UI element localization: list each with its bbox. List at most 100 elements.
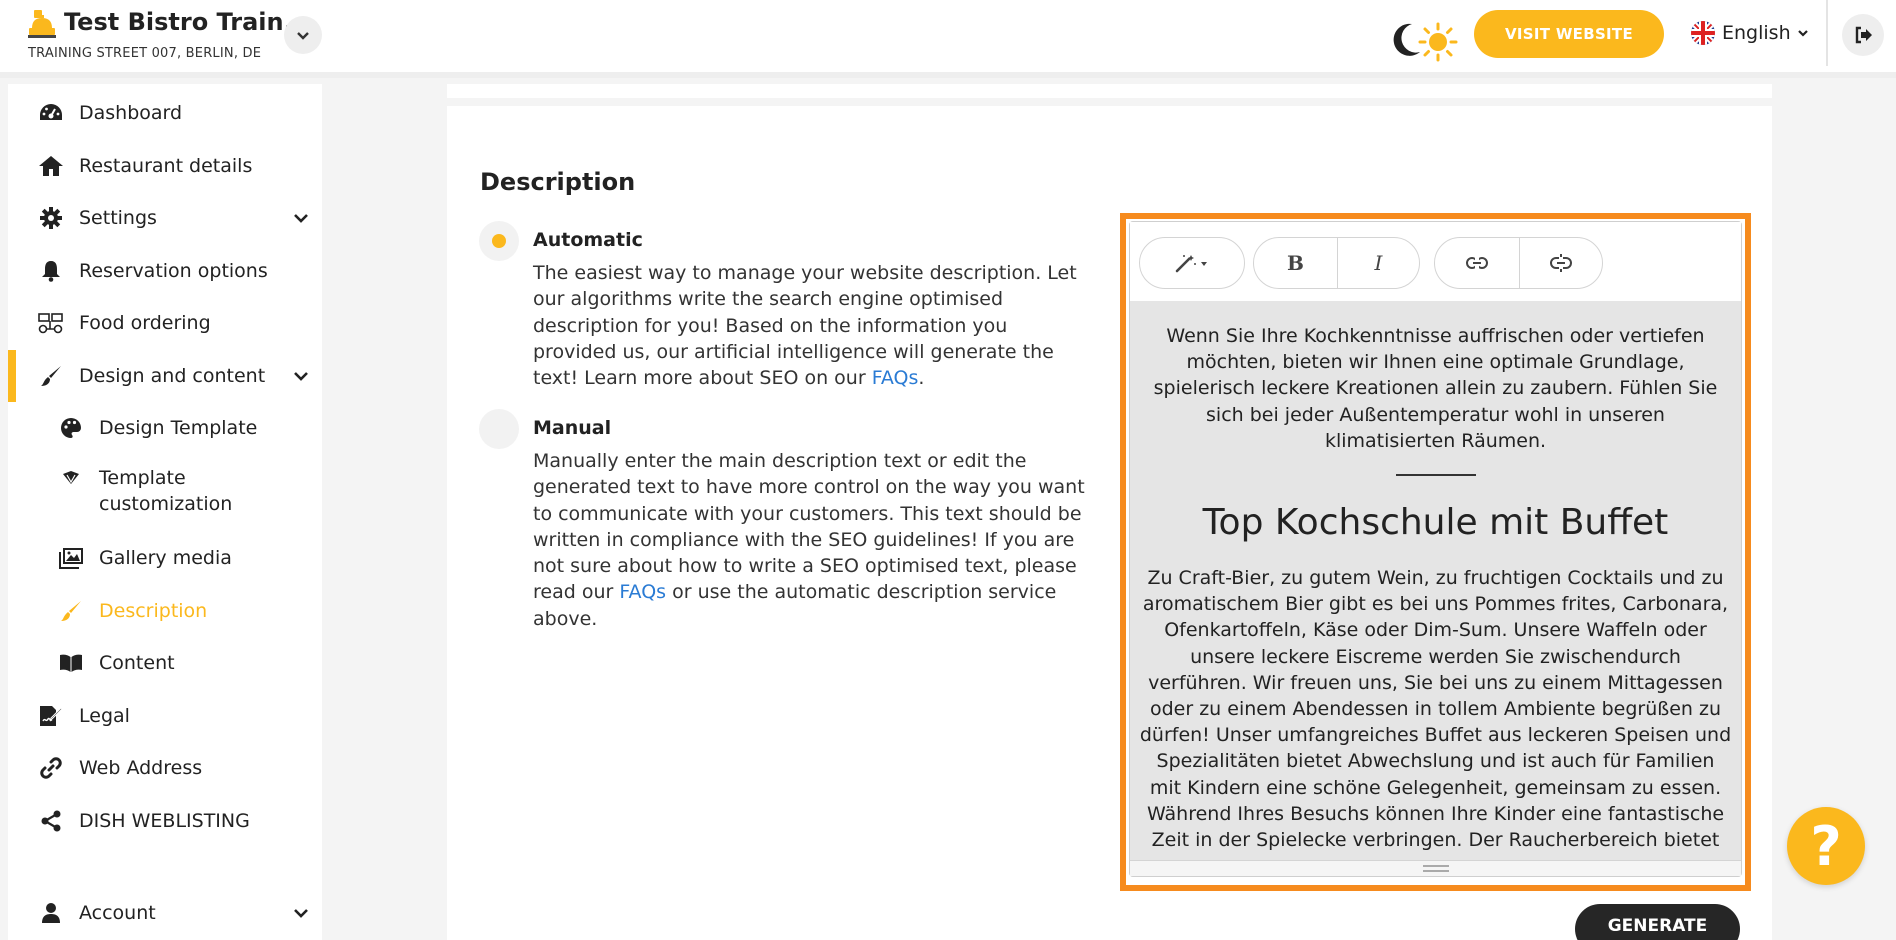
manual-option-title: Manual (533, 417, 612, 439)
unlink-button[interactable] (1519, 238, 1602, 288)
chevron-down-icon (294, 372, 308, 381)
sidebar-item-label: Dashboard (79, 102, 183, 124)
sidebar-item-label: Design Template (99, 417, 258, 439)
home-icon (38, 153, 64, 179)
link-icon (1466, 257, 1488, 269)
logout-icon (1855, 26, 1872, 44)
language-selector[interactable]: English (1690, 20, 1809, 46)
sidebar-item-label: Design and content (79, 365, 266, 387)
sidebar-item-food-ordering[interactable]: Food ordering (8, 301, 322, 345)
sidebar-item-label: Web Address (79, 757, 203, 779)
chevron-down-icon (1797, 30, 1808, 37)
sidebar-item-design-template[interactable]: Design Template (8, 406, 322, 450)
sidebar-item-design-and-content[interactable]: Design and content (8, 354, 322, 398)
manual-option-description: Manually enter the main description text… (533, 448, 1093, 632)
magic-style-button[interactable] (1140, 238, 1244, 288)
sidebar-item-label: Legal (79, 705, 130, 727)
bold-button[interactable]: B (1254, 238, 1337, 288)
page-title: Description (480, 168, 636, 196)
editor-resize-handle[interactable] (1130, 860, 1741, 876)
italic-button[interactable]: I (1337, 238, 1419, 288)
faqs-link[interactable]: FAQs (872, 367, 919, 389)
sidebar-item-legal[interactable]: Legal (8, 694, 322, 738)
sidebar-item-label: Template (99, 467, 186, 489)
sidebar-item-dashboard[interactable]: Dashboard (8, 91, 322, 135)
sidebar-item-label: DISH WEBLISTING (79, 810, 250, 832)
dashboard-icon (38, 100, 64, 126)
sidebar-item-content[interactable]: Content (8, 641, 322, 685)
toolbar-group-style (1139, 237, 1245, 289)
sidebar-item-template-customization[interactable]: Template customization (8, 459, 322, 523)
generate-button[interactable]: GENERATE (1575, 904, 1740, 940)
chevron-down-icon (297, 32, 309, 40)
automatic-option-text: The easiest way to manage your website d… (533, 262, 1077, 390)
sidebar-item-dish-weblisting[interactable]: DISH WEBLISTING (8, 799, 322, 843)
bistro-logo-icon (28, 10, 56, 38)
sidebar-item-label: Food ordering (79, 312, 211, 334)
sidebar-item-description[interactable]: Description (8, 589, 322, 633)
signature-icon (38, 703, 64, 729)
editor-heading: Top Kochschule mit Buffet (1202, 502, 1669, 544)
editor-intro-paragraph: Wenn Sie Ihre Kochkenntnisse auffrischen… (1153, 325, 1718, 452)
editor-divider (1395, 474, 1476, 477)
help-button[interactable]: ? (1787, 807, 1865, 885)
sidebar: Dashboard Restaurant details Settings Re… (8, 84, 322, 940)
header-divider (1826, 0, 1828, 66)
description-editor[interactable]: B I Wenn Sie Ihre Kochkenntnisse auffris… (1129, 221, 1742, 877)
toolbar-group-link (1434, 237, 1603, 289)
help-label: ? (1810, 814, 1842, 878)
editor-content[interactable]: Wenn Sie Ihre Kochkenntnisse auffrischen… (1130, 301, 1741, 861)
theme-toggle[interactable] (1384, 18, 1460, 62)
uk-flag-icon (1691, 21, 1715, 45)
manual-radio[interactable] (479, 409, 519, 449)
sidebar-item-web-address[interactable]: Web Address (8, 746, 322, 790)
restaurant-name: Test Bistro Train... (64, 8, 311, 36)
sun-icon (1418, 22, 1458, 62)
user-icon (38, 900, 64, 926)
insert-link-button[interactable] (1435, 238, 1519, 288)
brand: Test Bistro Train... (26, 8, 311, 40)
top-bar: Test Bistro Train... TRAINING STREET 007… (0, 0, 1896, 78)
editor-toolbar: B I (1130, 222, 1741, 300)
sidebar-item-label: Gallery media (99, 547, 232, 569)
automatic-radio[interactable] (479, 221, 519, 261)
gear-icon (38, 205, 64, 231)
sidebar-item-label: Content (99, 652, 175, 674)
chevron-down-icon (294, 909, 308, 918)
chevron-down-icon (294, 214, 308, 223)
logout-button[interactable] (1842, 14, 1884, 56)
faqs-link[interactable]: FAQs (619, 581, 666, 603)
sidebar-item-reservation-options[interactable]: Reservation options (8, 249, 322, 293)
sidebar-item-account[interactable]: Account (8, 891, 322, 935)
sidebar-item-label: Settings (79, 207, 157, 229)
restaurant-switch-button[interactable] (284, 16, 322, 54)
magic-wand-icon (1175, 255, 1207, 273)
automatic-option-title: Automatic (533, 229, 643, 251)
bell-icon (38, 258, 64, 284)
sidebar-item-gallery-media[interactable]: Gallery media (8, 536, 322, 580)
automatic-option-text-end: . (918, 367, 925, 390)
language-label: English (1722, 22, 1791, 44)
toolbar-group-format: B I (1253, 237, 1420, 289)
sidebar-item-label: Restaurant details (79, 155, 253, 177)
book-icon (58, 650, 84, 676)
palette-icon (58, 415, 84, 441)
sidebar-item-settings[interactable]: Settings (8, 196, 322, 240)
sidebar-item-restaurant-details[interactable]: Restaurant details (8, 144, 322, 188)
brush-icon (38, 363, 64, 389)
sidebar-item-label: Reservation options (79, 260, 268, 282)
images-icon (58, 545, 84, 571)
sidebar-item-label: Account (79, 902, 156, 924)
sidebar-item-label: Description (99, 600, 208, 622)
previous-panel-edge (447, 84, 1772, 98)
swatch-icon (58, 465, 84, 491)
unlink-icon (1550, 254, 1572, 272)
food-ordering-icon (38, 310, 64, 336)
sidebar-item-label-line2: customization (99, 493, 233, 515)
share-icon (38, 808, 64, 834)
visit-website-button[interactable]: VISIT WEBSITE (1474, 10, 1664, 58)
restaurant-address: TRAINING STREET 007, BERLIN, DE (28, 46, 262, 61)
automatic-option-description: The easiest way to manage your website d… (533, 260, 1093, 391)
link-icon (38, 755, 64, 781)
pen-icon (58, 598, 84, 624)
